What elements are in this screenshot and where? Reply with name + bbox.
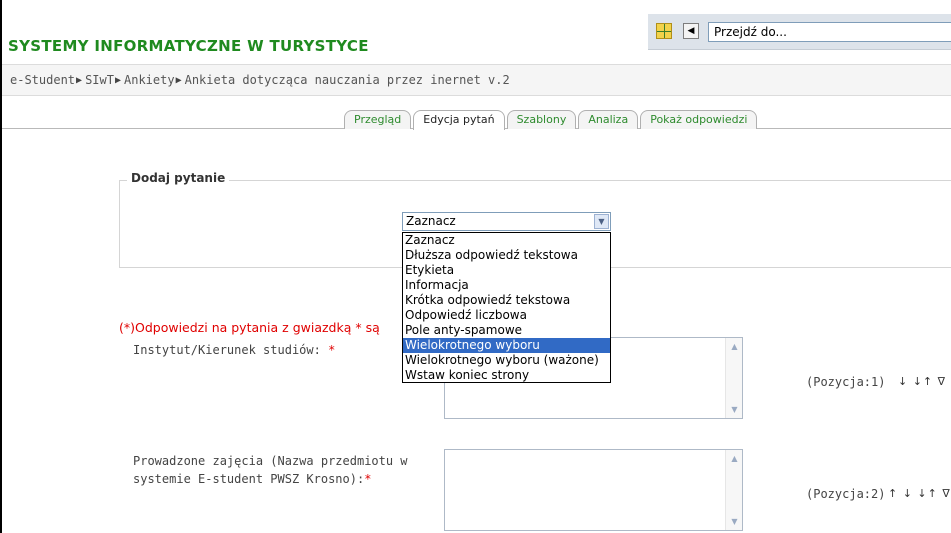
chevron-down-icon[interactable]: ▼	[594, 214, 609, 229]
question-position-2: (Pozycja:2)	[806, 487, 886, 501]
dropdown-option[interactable]: Wstaw koniec strony	[403, 368, 610, 383]
scroll-up-icon[interactable]: ▲	[728, 452, 741, 465]
textarea-scrollbar[interactable]: ▲ ▼	[725, 338, 742, 418]
site-title: SYSTEMY INFORMATYCZNE W TURYSTYCE	[8, 37, 369, 55]
move-arrows-icon[interactable]: ↓ ↓↑ ∇	[898, 375, 946, 388]
question-type-dropdown: Zaznacz Dłuższa odpowiedź tekstowa Etykiet…	[402, 232, 611, 383]
dropdown-option[interactable]: Odpowiedź liczbowa	[403, 308, 610, 323]
move-arrows-icon[interactable]: ↑ ↓ ↓↑ ∇	[888, 487, 951, 500]
dropdown-option[interactable]: Wielokrotnego wyboru (ważone)	[403, 353, 610, 368]
dropdown-option[interactable]: Etykieta	[403, 263, 610, 278]
grid-icon[interactable]	[656, 23, 672, 39]
required-star: *	[364, 472, 372, 486]
tab-bar: Przegląd Edycja pytań Szablony Analiza P…	[344, 110, 759, 130]
tab-analiza[interactable]: Analiza	[578, 110, 639, 129]
jump-to-bar: ◀ Przejdź do...	[648, 14, 951, 50]
breadcrumb-separator-icon: ▶	[114, 74, 121, 86]
breadcrumb-current: Ankieta dotycząca nauczania przez inerne…	[184, 73, 510, 87]
question-answer-textarea-2[interactable]: ▲ ▼	[444, 449, 743, 531]
question-label-1: Instytut/Kierunek studiów: *	[133, 343, 336, 357]
required-star: *	[328, 343, 336, 357]
tab-przeglad[interactable]: Przegląd	[344, 110, 412, 129]
dropdown-option[interactable]: Wielokrotnego wyboru	[403, 338, 610, 353]
scroll-down-icon[interactable]: ▼	[728, 515, 741, 528]
dropdown-option[interactable]: Krótka odpowiedź tekstowa	[403, 293, 610, 308]
scroll-up-icon[interactable]: ▲	[728, 340, 741, 353]
tab-pokaz-odpowiedzi[interactable]: Pokaż odpowiedzi	[640, 110, 758, 129]
breadcrumb-separator-icon: ▶	[175, 74, 182, 86]
breadcrumb-ankiety[interactable]: Ankiety	[124, 73, 175, 87]
breadcrumb-e-student[interactable]: e-Student	[10, 73, 75, 87]
required-note: (*)Odpowiedzi na pytania z gwiazdką * są	[119, 320, 380, 335]
arrow-left-icon[interactable]: ◀	[683, 23, 699, 39]
breadcrumb: e-Student ▶ SIwT ▶ Ankiety ▶ Ankieta dot…	[2, 64, 951, 96]
add-question-legend: Dodaj pytanie	[127, 171, 230, 185]
question-label-2: Prowadzone zajęcia (Nazwa przedmiotu w s…	[133, 454, 408, 486]
jump-to-select[interactable]: Przejdź do...	[708, 22, 951, 42]
textarea-scrollbar[interactable]: ▲ ▼	[725, 450, 742, 530]
breadcrumb-siwt[interactable]: SIwT	[85, 73, 114, 87]
dropdown-option[interactable]: Dłuższa odpowiedź tekstowa	[403, 248, 610, 263]
question-type-select[interactable]: Zaznacz ▼	[402, 212, 611, 231]
dropdown-option[interactable]: Zaznacz	[403, 233, 610, 248]
breadcrumb-separator-icon: ▶	[76, 74, 83, 86]
dropdown-option[interactable]: Pole anty-spamowe	[403, 323, 610, 338]
question-position-1: (Pozycja:1)	[806, 375, 886, 389]
tab-szablony[interactable]: Szablony	[506, 110, 577, 129]
question-type-value: Zaznacz	[406, 214, 456, 228]
dropdown-option[interactable]: Informacja	[403, 278, 610, 293]
scroll-down-icon[interactable]: ▼	[728, 403, 741, 416]
tab-edycja-pytan[interactable]: Edycja pytań	[413, 110, 505, 130]
